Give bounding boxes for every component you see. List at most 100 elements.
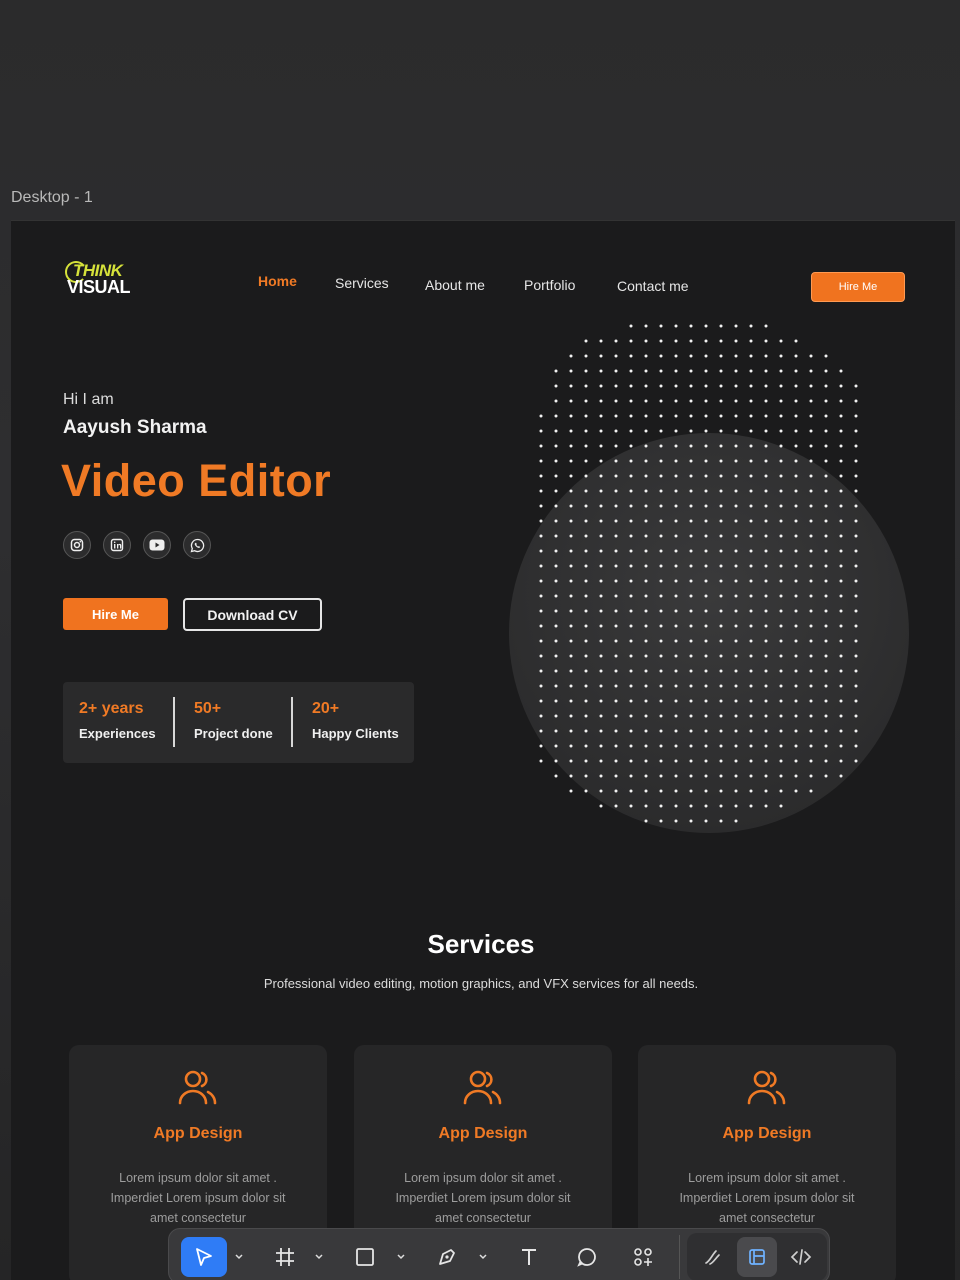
pattern-dot bbox=[584, 654, 588, 658]
pattern-dot bbox=[689, 594, 693, 598]
pattern-dot bbox=[749, 519, 753, 523]
pattern-dot bbox=[689, 564, 693, 568]
instagram-icon[interactable] bbox=[63, 531, 91, 559]
nav-home[interactable]: Home bbox=[258, 273, 297, 289]
pattern-dot bbox=[764, 339, 768, 343]
pattern-dot bbox=[659, 339, 663, 343]
pattern-dot bbox=[584, 609, 588, 613]
pattern-dot bbox=[614, 519, 618, 523]
pattern-dot bbox=[689, 804, 693, 808]
pattern-dot bbox=[614, 534, 618, 538]
pattern-dot bbox=[749, 564, 753, 568]
pattern-dot bbox=[569, 594, 573, 598]
design-mode-icon[interactable] bbox=[737, 1237, 777, 1277]
pattern-dot bbox=[794, 414, 798, 418]
frame-label[interactable]: Desktop - 1 bbox=[11, 189, 93, 207]
frame-tool-icon[interactable] bbox=[265, 1237, 305, 1277]
text-tool-icon[interactable] bbox=[509, 1237, 549, 1277]
pattern-dot bbox=[644, 699, 648, 703]
chevron-down-icon[interactable] bbox=[233, 1249, 245, 1265]
pattern-dot bbox=[839, 759, 843, 763]
pattern-dot bbox=[539, 684, 543, 688]
users-icon bbox=[463, 1070, 502, 1105]
pattern-dot bbox=[569, 639, 573, 643]
pattern-dot bbox=[689, 384, 693, 388]
pattern-dot bbox=[734, 354, 738, 358]
pattern-dot bbox=[614, 744, 618, 748]
pattern-dot bbox=[794, 519, 798, 523]
comment-tool-icon[interactable] bbox=[567, 1237, 607, 1277]
nav-contact[interactable]: Contact me bbox=[617, 278, 689, 294]
pattern-dot bbox=[569, 684, 573, 688]
pattern-dot bbox=[809, 714, 813, 718]
move-tool-icon[interactable] bbox=[181, 1237, 227, 1277]
nav-about[interactable]: About me bbox=[425, 277, 485, 293]
pattern-dot bbox=[569, 444, 573, 448]
pattern-dot bbox=[569, 729, 573, 733]
pattern-dot bbox=[854, 684, 858, 688]
pattern-dot bbox=[809, 759, 813, 763]
components-icon[interactable] bbox=[623, 1237, 663, 1277]
hire-me-top-button[interactable]: Hire Me bbox=[811, 272, 905, 302]
nav-services[interactable]: Services bbox=[335, 275, 389, 291]
think-visual-logo[interactable]: THINK VISUAL bbox=[65, 261, 135, 301]
hire-me-button[interactable]: Hire Me bbox=[63, 598, 168, 630]
pattern-dot bbox=[539, 504, 543, 508]
pattern-dot bbox=[584, 714, 588, 718]
stat-divider bbox=[291, 697, 293, 747]
pattern-dot bbox=[824, 579, 828, 583]
pattern-dot bbox=[794, 429, 798, 433]
pattern-dot bbox=[674, 429, 678, 433]
pattern-dot bbox=[824, 504, 828, 508]
pattern-dot bbox=[584, 534, 588, 538]
pattern-dot bbox=[749, 594, 753, 598]
pattern-dot bbox=[749, 714, 753, 718]
pattern-dot bbox=[644, 759, 648, 763]
pattern-dot bbox=[659, 549, 663, 553]
pattern-dot bbox=[749, 789, 753, 793]
pattern-dot bbox=[614, 369, 618, 373]
download-cv-button[interactable]: Download CV bbox=[183, 598, 322, 631]
pattern-dot bbox=[764, 789, 768, 793]
pattern-dot bbox=[704, 714, 708, 718]
pattern-dot bbox=[749, 429, 753, 433]
pen-tool-icon[interactable] bbox=[427, 1237, 467, 1277]
pattern-dot bbox=[824, 759, 828, 763]
rectangle-tool-icon[interactable] bbox=[345, 1237, 385, 1277]
pattern-dot bbox=[599, 804, 603, 808]
pattern-dot bbox=[764, 669, 768, 673]
youtube-icon[interactable] bbox=[143, 531, 171, 559]
pattern-dot bbox=[554, 489, 558, 493]
pattern-dot bbox=[704, 354, 708, 358]
pattern-dot bbox=[794, 489, 798, 493]
chevron-down-icon[interactable] bbox=[477, 1249, 489, 1265]
pattern-dot bbox=[794, 639, 798, 643]
pattern-dot bbox=[824, 519, 828, 523]
pattern-dot bbox=[569, 534, 573, 538]
pattern-dot bbox=[674, 759, 678, 763]
pattern-dot bbox=[854, 414, 858, 418]
linkedin-icon[interactable] bbox=[103, 531, 131, 559]
pattern-dot bbox=[734, 684, 738, 688]
pattern-dot bbox=[569, 474, 573, 478]
nav-portfolio[interactable]: Portfolio bbox=[524, 277, 575, 293]
pattern-dot bbox=[584, 564, 588, 568]
pattern-dot bbox=[704, 519, 708, 523]
pattern-dot bbox=[569, 384, 573, 388]
pattern-dot bbox=[794, 534, 798, 538]
whatsapp-icon[interactable] bbox=[183, 531, 211, 559]
pattern-dot bbox=[614, 714, 618, 718]
pattern-dot bbox=[779, 459, 783, 463]
dev-mode-icon[interactable] bbox=[781, 1237, 821, 1277]
pattern-dot bbox=[569, 564, 573, 568]
pattern-dot bbox=[629, 444, 633, 448]
chevron-down-icon[interactable] bbox=[395, 1249, 407, 1265]
desktop-frame[interactable]: THINK VISUAL Home Services About me Port… bbox=[11, 220, 955, 1280]
pattern-dot bbox=[569, 369, 573, 373]
draw-mode-icon[interactable] bbox=[693, 1237, 733, 1277]
service-card-title: App Design bbox=[153, 1125, 243, 1142]
pattern-dot bbox=[644, 369, 648, 373]
pattern-dot bbox=[689, 684, 693, 688]
chevron-down-icon[interactable] bbox=[313, 1249, 325, 1265]
pattern-dot bbox=[569, 459, 573, 463]
